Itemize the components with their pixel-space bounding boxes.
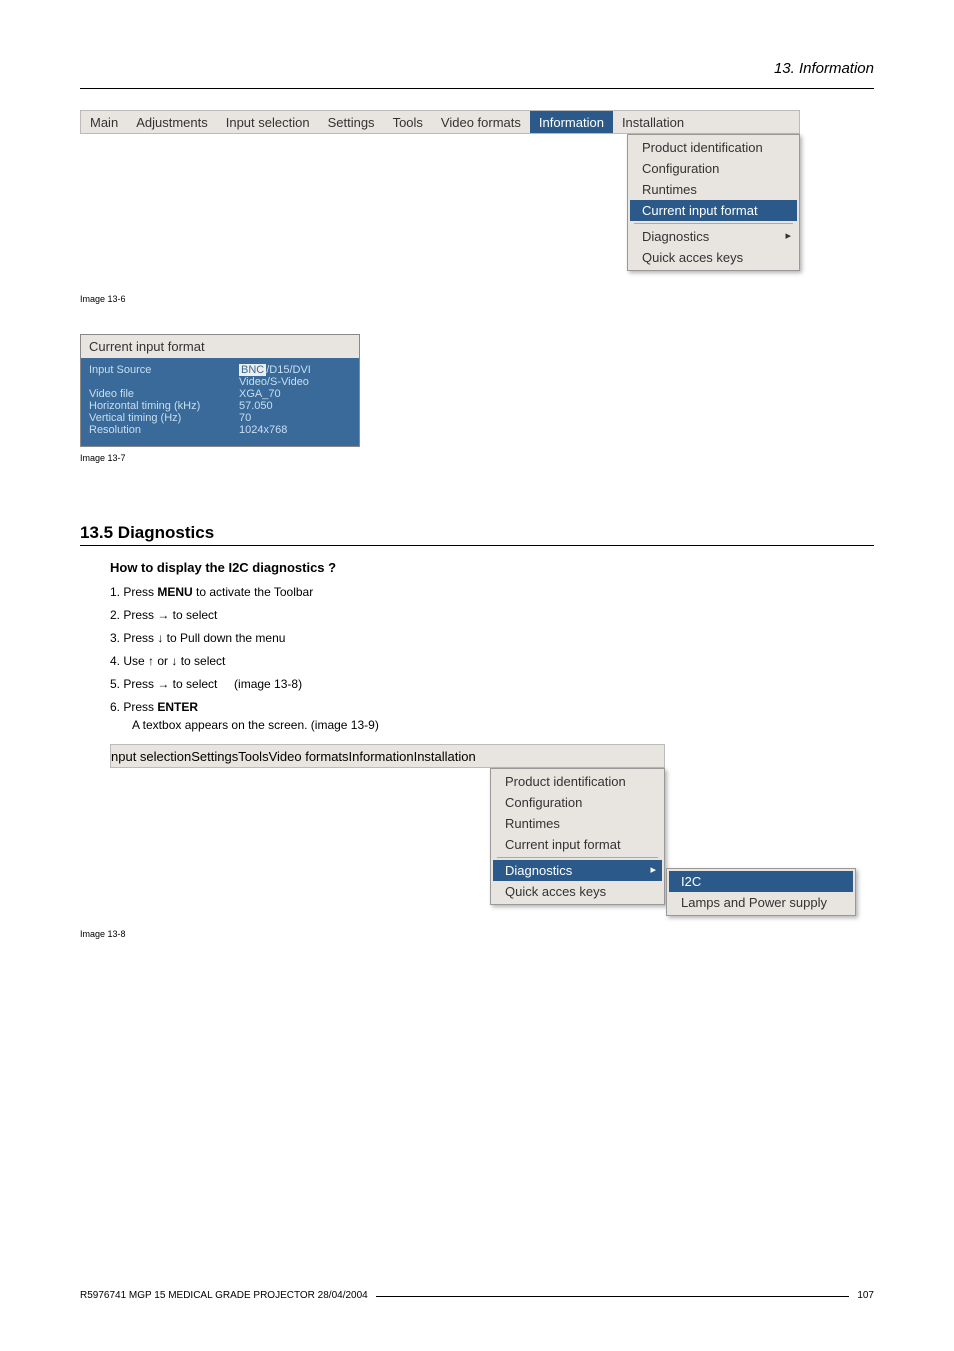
step-1: Press MENU to activate the Toolbar: [110, 585, 874, 599]
dropdown-current-input-format[interactable]: Current input format: [630, 200, 797, 221]
cif-video-file-label: Video file: [89, 388, 239, 400]
dropdown-separator: [634, 223, 793, 224]
chapter-heading: 13. Information: [774, 60, 874, 77]
section-rule: [80, 545, 874, 546]
step-3: Press ↓ to Pull down the menu: [110, 631, 874, 645]
cif-video-file-value: XGA_70: [239, 388, 351, 400]
dropdown-configuration[interactable]: Configuration: [630, 158, 797, 179]
cif-input-source-label: Input Source: [89, 364, 239, 376]
section-heading-diagnostics: 13.5 Diagnostics: [80, 523, 874, 543]
step-5: Press → to select (image 13-8): [110, 677, 874, 691]
dropdown-runtimes[interactable]: Runtimes: [630, 179, 797, 200]
footer-page: 107: [857, 1290, 874, 1301]
menu2-video-formats[interactable]: Video formats: [269, 749, 349, 764]
diagnostics-submenu: I2C Lamps and Power supply: [666, 868, 856, 916]
step-4: Use ↑ or ↓ to select: [110, 654, 874, 668]
menu2-tools[interactable]: Tools: [238, 749, 268, 764]
menu2-information[interactable]: Information: [349, 749, 414, 764]
footer-left: R5976741 MGP 15 MEDICAL GRADE PROJECTOR …: [80, 1290, 368, 1301]
cif-resolution-label: Resolution: [89, 424, 239, 436]
menu-main[interactable]: Main: [81, 111, 127, 133]
menu-installation[interactable]: Installation: [613, 111, 693, 133]
menu-settings[interactable]: Settings: [319, 111, 384, 133]
menu-input-selection[interactable]: Input selection: [217, 111, 319, 133]
dropdown2-diagnostics[interactable]: Diagnostics: [493, 860, 662, 881]
menubar-1: Main Adjustments Input selection Setting…: [80, 110, 800, 134]
caption-13-7: Image 13-7: [80, 453, 874, 463]
menu-information[interactable]: Information: [530, 111, 613, 133]
menu-video-formats[interactable]: Video formats: [432, 111, 530, 133]
cif-input-source-value-2: Video/S-Video: [239, 376, 351, 388]
dropdown2-configuration[interactable]: Configuration: [493, 792, 662, 813]
footer: R5976741 MGP 15 MEDICAL GRADE PROJECTOR …: [80, 1290, 874, 1301]
cif-input-source-value: BNC/D15/DVI: [239, 364, 351, 376]
cif-title: Current input format: [81, 335, 359, 358]
cif-htiming-value: 57.050: [239, 400, 351, 412]
menu-tools[interactable]: Tools: [384, 111, 432, 133]
menu2-installation[interactable]: Installation: [414, 749, 476, 764]
menu2-input-selection[interactable]: nput selection: [111, 749, 191, 764]
figure-13-8: nput selection Settings Tools Video form…: [110, 744, 874, 919]
dropdown-quick-access-keys[interactable]: Quick acces keys: [630, 247, 797, 268]
cif-vtiming-label: Vertical timing (Hz): [89, 412, 239, 424]
cif-resolution-value: 1024x768: [239, 424, 351, 436]
subheading-i2c: How to display the I2C diagnostics ?: [110, 560, 874, 575]
header-rule: [80, 88, 874, 89]
step-2: Press → to select: [110, 608, 874, 622]
caption-13-6: Image 13-6: [80, 294, 874, 304]
steps-list: Press MENU to activate the Toolbar Press…: [110, 585, 874, 732]
dropdown2-separator: [497, 857, 658, 858]
submenu-i2c[interactable]: I2C: [669, 871, 853, 892]
menu2-settings[interactable]: Settings: [191, 749, 238, 764]
figure-13-6: Main Adjustments Input selection Setting…: [80, 110, 874, 304]
dropdown-diagnostics[interactable]: Diagnostics: [630, 226, 797, 247]
dropdown2-quick-access-keys[interactable]: Quick acces keys: [493, 881, 662, 902]
step-6-note: A textbox appears on the screen. (image …: [132, 718, 874, 732]
step-6: Press ENTER A textbox appears on the scr…: [110, 700, 874, 732]
caption-13-8: Image 13-8: [80, 929, 874, 939]
current-input-format-panel: Current input format Input Source BNC/D1…: [80, 334, 360, 447]
cif-htiming-label: Horizontal timing (kHz): [89, 400, 239, 412]
information-dropdown-1: Product identification Configuration Run…: [627, 134, 800, 271]
dropdown-product-identification[interactable]: Product identification: [630, 137, 797, 158]
submenu-lamps[interactable]: Lamps and Power supply: [669, 892, 853, 913]
menu-adjustments[interactable]: Adjustments: [127, 111, 217, 133]
information-dropdown-2: Product identification Configuration Run…: [490, 768, 665, 905]
cif-body: Input Source BNC/D15/DVI Video/S-Video V…: [81, 358, 359, 446]
dropdown2-current-input-format[interactable]: Current input format: [493, 834, 662, 855]
cif-vtiming-value: 70: [239, 412, 351, 424]
dropdown2-runtimes[interactable]: Runtimes: [493, 813, 662, 834]
menubar-2: nput selection Settings Tools Video form…: [110, 744, 665, 768]
dropdown2-product-identification[interactable]: Product identification: [493, 771, 662, 792]
footer-rule: [376, 1296, 850, 1297]
